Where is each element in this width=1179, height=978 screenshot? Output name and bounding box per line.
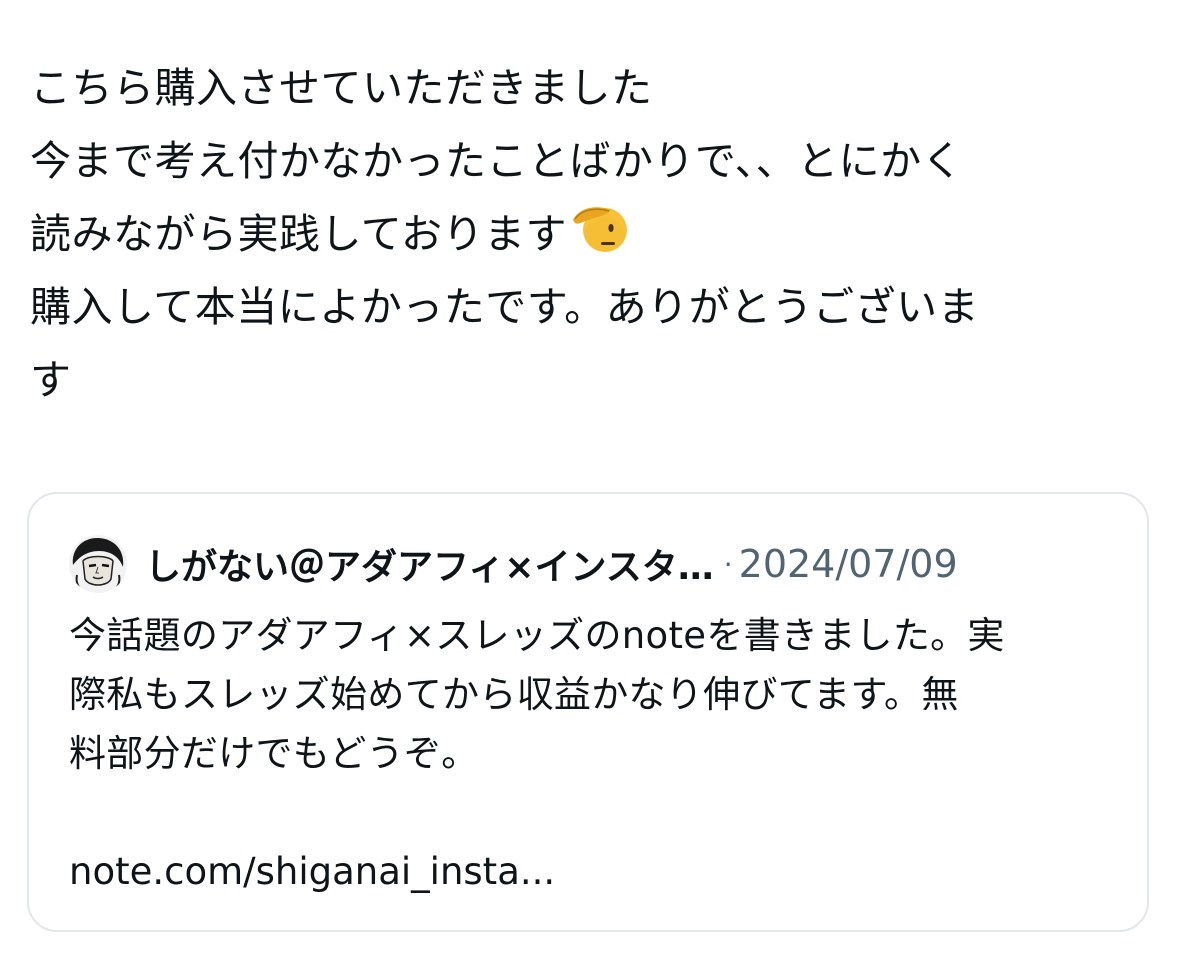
separator-dot: · xyxy=(723,547,733,581)
quoted-post-header: しがない＠アダアフィ×インスタ… · 2024/07/09 xyxy=(69,534,958,594)
quoted-text-line-1: 今話題のアダアフィ×スレッズのnoteを書きました。実 xyxy=(69,614,1005,657)
quoted-post-body: 今話題のアダアフィ×スレッズのnoteを書きました。実 際私もスレッズ始めてから… xyxy=(69,606,1129,901)
saluting-face-icon xyxy=(569,198,629,258)
quoted-text-line-2: 際私もスレッズ始めてから収益かなり伸びてます。無 xyxy=(69,673,959,716)
quoted-post-link[interactable]: note.com/shiganai_insta... xyxy=(69,842,1129,901)
avatar[interactable] xyxy=(69,535,127,593)
quoted-text-line-3: 料部分だけでもどうぞ。 xyxy=(69,732,479,775)
post-line-5: す xyxy=(30,356,72,404)
post-text: こちら購入させていただきました 今まで考え付かなかったことばかりで、、とにかく … xyxy=(30,52,1150,417)
quoted-post-card[interactable]: しがない＠アダアフィ×インスタ… · 2024/07/09 今話題のアダアフィ×… xyxy=(27,492,1149,932)
quoted-post-date[interactable]: 2024/07/09 xyxy=(739,542,958,586)
quoted-author-name[interactable]: しがない＠アダアフィ×インスタ… xyxy=(145,538,714,590)
post-line-3-text: 読みながら実践しております xyxy=(30,210,568,258)
post-line-1: こちら購入させていただきました xyxy=(30,64,653,112)
post-line-4: 購入して本当によかったです。ありがとうございま xyxy=(30,283,980,331)
post-line-2: 今まで考え付かなかったことばかりで、、とにかく xyxy=(30,137,964,185)
post-line-3: 読みながら実践しております xyxy=(30,198,1150,271)
